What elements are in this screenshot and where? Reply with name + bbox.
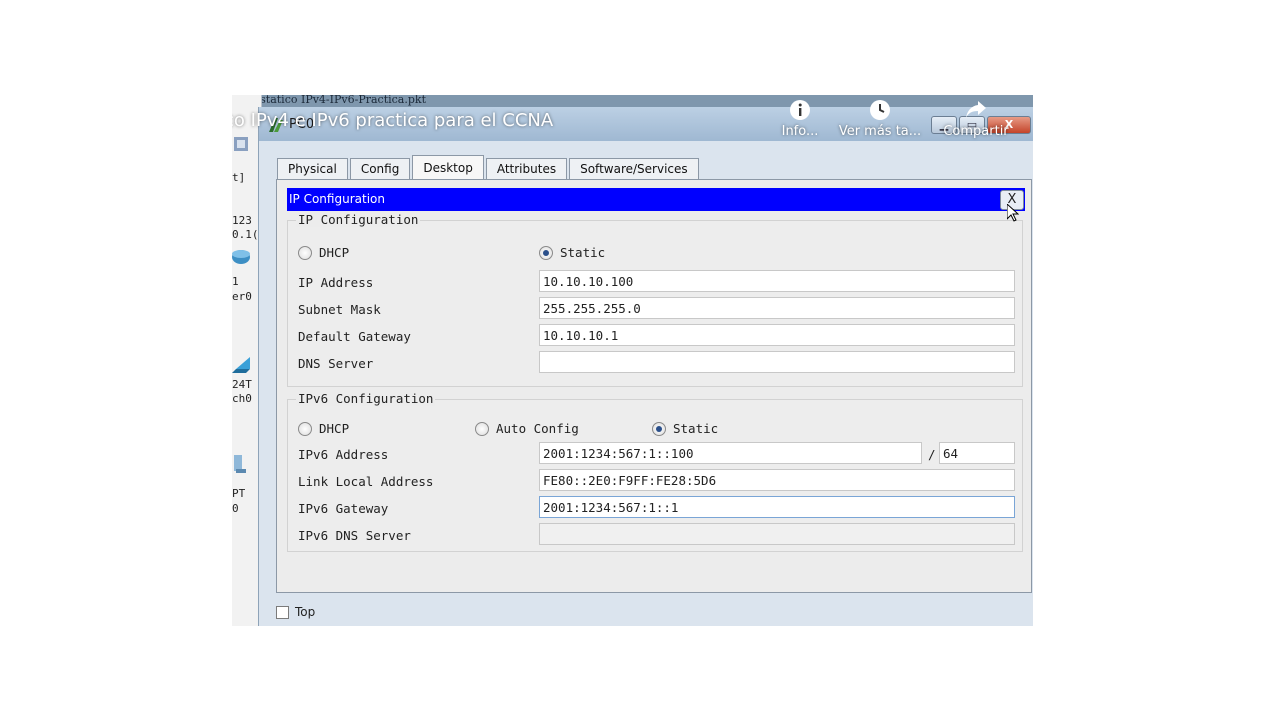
ip-address-label: IP Address — [298, 275, 374, 290]
tab-physical[interactable]: Physical — [277, 158, 348, 180]
radio-selected-icon — [652, 421, 666, 436]
video-frame: nto estatico IPv4-IPv6-Practica.pkt t] 1… — [232, 95, 1033, 626]
bg-text: PT — [232, 487, 246, 500]
radio-icon — [298, 421, 312, 436]
share-icon — [966, 101, 986, 118]
watch-later-button[interactable]: Ver más ta... — [838, 99, 922, 139]
bg-text: ch0 — [232, 392, 252, 405]
checkbox-icon — [276, 605, 289, 619]
ip-config-header-title: IP Configuration — [289, 192, 385, 206]
bg-text: 0 — [232, 502, 239, 515]
top-checkbox[interactable]: Top — [276, 605, 315, 619]
clock-icon — [870, 100, 890, 120]
radio-selected-icon — [539, 245, 553, 260]
tab-attributes[interactable]: Attributes — [485, 158, 568, 180]
bg-text: 123 — [232, 214, 252, 227]
ipv4-config-group: IP Configuration DHCP Static IP Address … — [287, 212, 1023, 387]
ipv6-static-radio[interactable]: Static — [652, 421, 718, 436]
tab-desktop[interactable]: Desktop — [412, 155, 484, 179]
ip-address-input[interactable]: 10.10.10.100 — [539, 270, 1015, 292]
radio-label: DHCP — [319, 421, 350, 436]
info-label: Info... — [781, 124, 819, 139]
dns-server-input[interactable] — [539, 351, 1015, 373]
desktop-tab-content: IP Configuration X IP Configuration DHCP… — [276, 179, 1032, 593]
ipv6-address-input[interactable]: 2001:1234:567:1::100 — [539, 442, 922, 464]
link-local-address-label: Link Local Address — [298, 474, 434, 489]
bg-text: er0 — [232, 290, 252, 303]
ipv6-dns-server-label: IPv6 DNS Server — [298, 528, 411, 543]
bg-text: 0.1( — [232, 228, 259, 241]
share-button[interactable]: Compartir — [940, 99, 1012, 139]
ipv6-gateway-input[interactable]: 2001:1234:567:1::1 — [539, 496, 1015, 518]
info-icon — [790, 100, 810, 120]
dns-server-label: DNS Server — [298, 356, 374, 371]
ipv6-config-group: IPv6 Configuration DHCP Auto Config Stat… — [287, 391, 1023, 552]
link-local-address-input[interactable]: FE80::2E0:F9FF:FE28:5D6 — [539, 469, 1015, 491]
pc0-window: PC0 ▁ ▭ X Physical Config Desktop Attrib… — [258, 107, 1033, 626]
ipv6-dhcp-radio[interactable]: DHCP — [298, 421, 349, 436]
pc-icon[interactable] — [232, 455, 250, 473]
radio-icon — [475, 421, 489, 436]
radio-label: DHCP — [319, 245, 350, 260]
bg-text: t] — [232, 171, 246, 184]
default-gateway-label: Default Gateway — [298, 329, 411, 344]
radio-label: Auto Config — [496, 421, 579, 436]
watch-later-label: Ver más ta... — [838, 124, 922, 139]
tab-software-services[interactable]: Software/Services — [569, 158, 699, 180]
radio-icon — [298, 245, 312, 260]
ipv6-group-title: IPv6 Configuration — [296, 391, 436, 406]
top-checkbox-label: Top — [295, 605, 316, 619]
default-gateway-input[interactable]: 10.10.10.1 — [539, 324, 1015, 346]
tab-config[interactable]: Config — [349, 158, 411, 180]
ipv6-auto-config-radio[interactable]: Auto Config — [475, 421, 579, 436]
ipv6-prefix-input[interactable]: 64 — [939, 442, 1015, 464]
prefix-separator: / — [928, 447, 936, 462]
bg-text: 24T — [232, 378, 252, 391]
radio-label: Static — [560, 245, 606, 260]
ipv6-dns-server-input[interactable] — [539, 523, 1015, 545]
ipv6-address-label: IPv6 Address — [298, 447, 389, 462]
ipv4-dhcp-radio[interactable]: DHCP — [298, 245, 349, 260]
subnet-mask-label: Subnet Mask — [298, 302, 381, 317]
ipv4-static-radio[interactable]: Static — [539, 245, 605, 260]
app-icon — [234, 137, 248, 151]
subnet-mask-input[interactable]: 255.255.255.0 — [539, 297, 1015, 319]
radio-label: Static — [673, 421, 719, 436]
ipv4-group-title: IP Configuration — [296, 212, 421, 227]
tab-bar: Physical Config Desktop Attributes Softw… — [277, 155, 701, 180]
bg-text: 1 — [232, 275, 239, 288]
switch-icon[interactable] — [232, 355, 250, 373]
router-icon[interactable] — [232, 247, 250, 265]
video-title[interactable]: co IPv4 e IPv6 practica para el CCNA — [232, 110, 553, 131]
share-label: Compartir — [943, 124, 1009, 139]
ipv6-gateway-label: IPv6 Gateway — [298, 501, 389, 516]
info-button[interactable]: Info... — [780, 99, 820, 139]
ip-config-header: IP Configuration X — [287, 188, 1025, 211]
mouse-cursor-icon — [1007, 204, 1019, 222]
